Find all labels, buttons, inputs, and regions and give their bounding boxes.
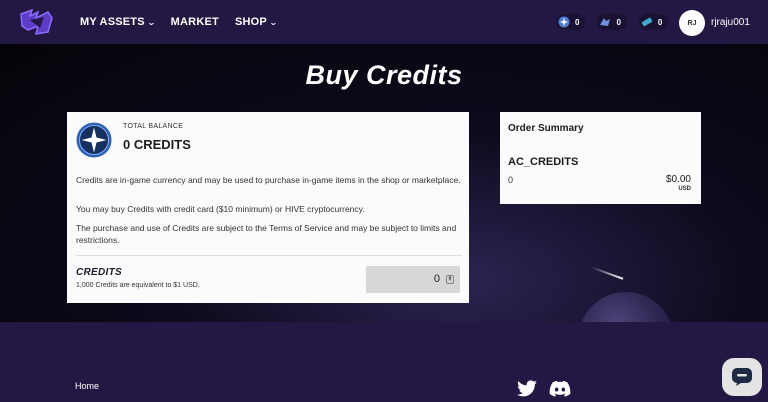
purchase-card: TOTAL BALANCE 0 CREDITS Credits are in-g… (67, 112, 469, 303)
chevron-down-icon: ⌄ (146, 17, 156, 27)
chevron-down-icon: ⌄ (268, 17, 278, 27)
top-nav: MY ASSETS ⌄ MARKET SHOP ⌄ 0 0 0 RJ rjraj… (0, 0, 768, 44)
total-balance-value: 0 CREDITS (123, 137, 191, 152)
credits-counter[interactable]: 0 (556, 14, 586, 30)
avatar[interactable]: RJ (679, 10, 705, 36)
order-currency: USD (678, 186, 691, 192)
order-item-quantity: 0 (508, 175, 514, 185)
info-paragraph: You may buy Credits with credit card ($1… (76, 204, 365, 214)
discord-icon[interactable] (549, 380, 571, 398)
nav-market[interactable]: MARKET (171, 16, 219, 28)
logo-icon[interactable] (18, 8, 56, 36)
credits-badge-icon (76, 122, 112, 158)
credits-conversion-note: 1,000 Credits are equivalent to $1 USD. (76, 282, 200, 289)
credits-quantity-input[interactable]: 0 ▲ ▼ (366, 266, 460, 293)
spinner-arrows-icon[interactable]: ▲ ▼ (446, 275, 454, 284)
voucher-counter[interactable]: 0 (597, 14, 627, 30)
chat-bubble-icon (732, 368, 752, 386)
credits-icon (558, 16, 570, 28)
order-summary-title: Order Summary (508, 123, 584, 134)
info-paragraph: The purchase and use of Credits are subj… (76, 223, 457, 245)
planet-decoration (578, 292, 674, 322)
footer: Home (0, 322, 768, 402)
info-paragraph: Credits are in-game currency and may be … (76, 175, 461, 185)
order-summary-card: Order Summary AC_CREDITS 0 $0.00 USD (500, 112, 701, 204)
order-item-name: AC_CREDITS (508, 156, 579, 168)
username[interactable]: rjraju001 (711, 17, 750, 28)
chat-support-button[interactable] (722, 358, 762, 396)
comet-decoration (590, 266, 624, 280)
voucher-icon (600, 18, 611, 26)
footer-home-link[interactable]: Home (75, 381, 99, 391)
divider (76, 255, 462, 256)
order-item-price: $0.00 (665, 174, 691, 185)
total-balance-label: TOTAL BALANCE (123, 123, 184, 130)
nav-shop[interactable]: SHOP ⌄ (235, 16, 278, 28)
ticket-counter[interactable]: 0 (638, 14, 669, 30)
ticket-icon (641, 17, 653, 27)
page-title: Buy Credits (305, 60, 463, 90)
credits-label: CREDITS (76, 267, 122, 278)
twitter-icon[interactable] (516, 380, 538, 398)
nav-my-assets[interactable]: MY ASSETS ⌄ (80, 16, 155, 28)
